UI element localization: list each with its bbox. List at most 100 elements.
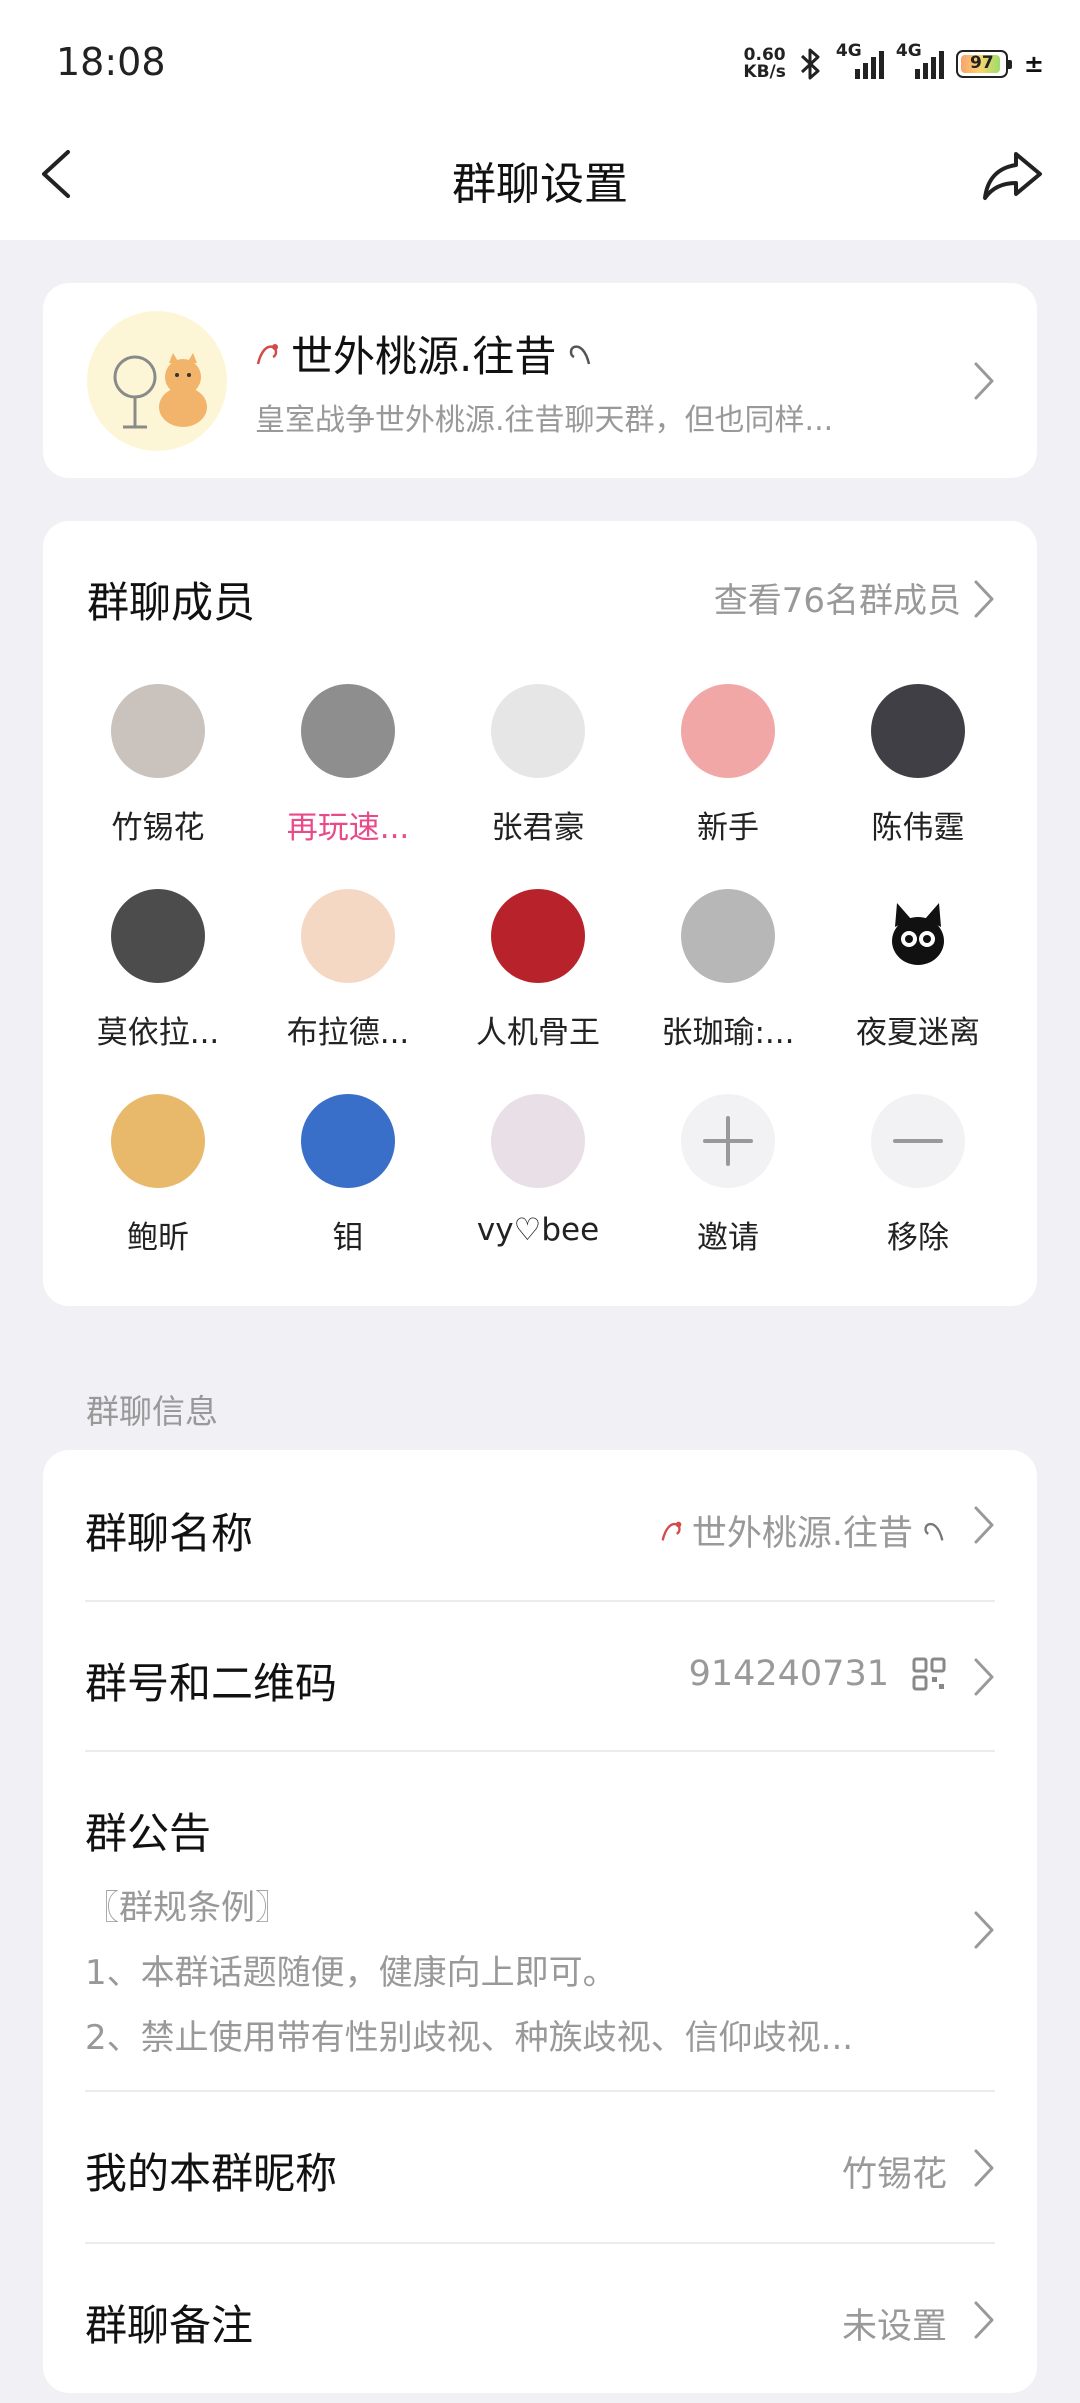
member-name: 新手 bbox=[697, 810, 759, 846]
member-name: 钼 bbox=[332, 1220, 364, 1256]
member-item[interactable]: 夜夏迷离 bbox=[823, 889, 1013, 1052]
battery-icon: 97 bbox=[955, 50, 1012, 78]
member-avatar bbox=[491, 684, 585, 778]
member-item[interactable]: 竹锡花 bbox=[63, 684, 253, 847]
ornament-icon bbox=[924, 1522, 944, 1541]
ornament-icon bbox=[661, 1521, 682, 1541]
row-label: 我的本群昵称 bbox=[85, 2149, 338, 2198]
member-avatar bbox=[301, 684, 395, 778]
chevron-right-icon bbox=[974, 2301, 994, 2339]
chevron-right-icon bbox=[974, 1911, 994, 1949]
minus-icon bbox=[893, 1139, 943, 1143]
member-item[interactable]: 莫依拉... bbox=[63, 889, 253, 1052]
battery-level: 97 bbox=[970, 53, 994, 73]
signal-icon: 4G bbox=[896, 41, 944, 79]
member-avatar bbox=[871, 889, 965, 983]
members-card: 群聊成员 查看76名群成员 竹锡花 再玩速... 张君豪 新手 陈伟霆 莫依拉.… bbox=[43, 521, 1037, 1306]
notice-line: 1、本群话题随便，健康向上即可。 bbox=[85, 1953, 617, 1993]
member-name: 鲍昕 bbox=[127, 1220, 189, 1256]
view-all-members-link[interactable]: 查看76名群成员 bbox=[714, 573, 961, 622]
member-avatar bbox=[111, 684, 205, 778]
row-label: 群号和二维码 bbox=[85, 1659, 338, 1708]
member-name: 张珈瑜:... bbox=[661, 1015, 795, 1051]
member-avatar bbox=[111, 1094, 205, 1188]
member-name: 陈伟霆 bbox=[871, 810, 965, 846]
group-name-row: 世外桃源.往昔 bbox=[253, 323, 594, 384]
bluetooth-icon bbox=[800, 48, 820, 80]
chevron-right-icon bbox=[974, 1658, 994, 1696]
member-name: 布拉德... bbox=[286, 1015, 410, 1051]
member-item[interactable]: 新手 bbox=[633, 684, 823, 847]
network-speed: 0.60 KB/s bbox=[743, 47, 785, 81]
row-label: 群聊备注 bbox=[85, 2301, 254, 2350]
plus-icon bbox=[703, 1116, 753, 1166]
member-item[interactable]: 鲍昕 bbox=[63, 1094, 253, 1257]
member-item[interactable]: 布拉德... bbox=[253, 889, 443, 1052]
row-my-nickname[interactable]: 我的本群昵称 竹锡花 bbox=[43, 2092, 1037, 2242]
row-value-group-name: 世外桃源.往昔 bbox=[658, 1505, 947, 1556]
group-name: 世外桃源.往昔 bbox=[291, 332, 557, 381]
row-value-group-id: 914240731 bbox=[689, 1654, 947, 1694]
member-avatar bbox=[681, 684, 775, 778]
chevron-right-icon bbox=[974, 1506, 994, 1544]
member-item[interactable]: 再玩速... bbox=[253, 684, 443, 847]
chevron-right-icon bbox=[974, 2149, 994, 2187]
invite-button[interactable]: 邀请 bbox=[633, 1094, 823, 1257]
status-icons: 0.60 KB/s 4G 4G 97 ± bbox=[743, 41, 1044, 84]
invite-avatar bbox=[681, 1094, 775, 1188]
signal-icon: 4G bbox=[836, 41, 884, 79]
notice-line: 〖群规条例〗 bbox=[85, 1888, 289, 1928]
notice-line: 2、禁止使用带有性别歧视、种族歧视、信仰歧视... bbox=[85, 2018, 854, 2058]
signal-label: 4G bbox=[895, 41, 922, 61]
share-icon[interactable] bbox=[980, 146, 1044, 206]
signal-label: 4G bbox=[835, 41, 862, 61]
member-avatar bbox=[491, 1094, 585, 1188]
row-value-nickname: 竹锡花 bbox=[841, 2155, 947, 2195]
row-label: 群公告 bbox=[85, 1809, 212, 1858]
remove-button[interactable]: 移除 bbox=[823, 1094, 1013, 1257]
remove-avatar bbox=[871, 1094, 965, 1188]
row-group-notice[interactable]: 群公告 〖群规条例〗 1、本群话题随便，健康向上即可。 2、禁止使用带有性别歧视… bbox=[43, 1752, 1037, 2090]
group-description: 皇室战争世外桃源.往昔聊天群，但也同样... bbox=[255, 403, 834, 438]
ornament-icon bbox=[256, 343, 278, 364]
invite-label: 邀请 bbox=[697, 1220, 759, 1256]
row-group-remark[interactable]: 群聊备注 未设置 bbox=[43, 2244, 1037, 2394]
remove-label: 移除 bbox=[887, 1220, 949, 1256]
row-group-name[interactable]: 群聊名称 世外桃源.往昔 bbox=[43, 1450, 1037, 1600]
row-label: 群聊名称 bbox=[85, 1509, 254, 1558]
network-speed-unit: KB/s bbox=[743, 62, 786, 82]
status-bar: 18:08 0.60 KB/s 4G 4G 97 ± bbox=[0, 0, 1080, 120]
member-item[interactable]: 人机骨王 bbox=[443, 889, 633, 1052]
chevron-right-icon[interactable] bbox=[973, 579, 995, 619]
member-name: 人机骨王 bbox=[476, 1015, 600, 1051]
group-avatar-image bbox=[113, 353, 207, 429]
group-id-value: 914240731 bbox=[688, 1654, 889, 1694]
member-item[interactable]: vy♡bee bbox=[443, 1094, 633, 1248]
member-item[interactable]: 张珈瑜:... bbox=[633, 889, 823, 1052]
page-title: 群聊设置 bbox=[452, 159, 628, 210]
section-label-group-info: 群聊信息 bbox=[86, 1392, 218, 1431]
charging-indicator: ± bbox=[1023, 50, 1044, 78]
row-value-remark: 未设置 bbox=[841, 2307, 947, 2347]
member-avatar bbox=[111, 889, 205, 983]
member-name: vy♡bee bbox=[476, 1212, 600, 1248]
member-item[interactable]: 钼 bbox=[253, 1094, 443, 1257]
chevron-right-icon bbox=[974, 362, 994, 400]
member-name: 莫依拉... bbox=[96, 1015, 220, 1051]
ornament-icon bbox=[570, 344, 591, 364]
group-profile-card[interactable]: 世外桃源.往昔 皇室战争世外桃源.往昔聊天群，但也同样... bbox=[43, 283, 1037, 478]
member-avatar bbox=[871, 684, 965, 778]
member-name: 张君豪 bbox=[491, 810, 585, 846]
qr-code-icon bbox=[912, 1657, 946, 1691]
member-avatar bbox=[301, 889, 395, 983]
member-avatar bbox=[681, 889, 775, 983]
member-item[interactable]: 陈伟霆 bbox=[823, 684, 1013, 847]
black-cat-icon bbox=[892, 903, 944, 965]
member-item[interactable]: 张君豪 bbox=[443, 684, 633, 847]
row-group-id-qr[interactable]: 群号和二维码 914240731 bbox=[43, 1602, 1037, 1752]
group-name-value: 世外桃源.往昔 bbox=[691, 1514, 913, 1554]
member-name: 竹锡花 bbox=[111, 810, 205, 846]
member-name: 夜夏迷离 bbox=[856, 1015, 980, 1051]
nav-bar: 群聊设置 bbox=[0, 120, 1080, 240]
group-avatar bbox=[87, 311, 227, 451]
